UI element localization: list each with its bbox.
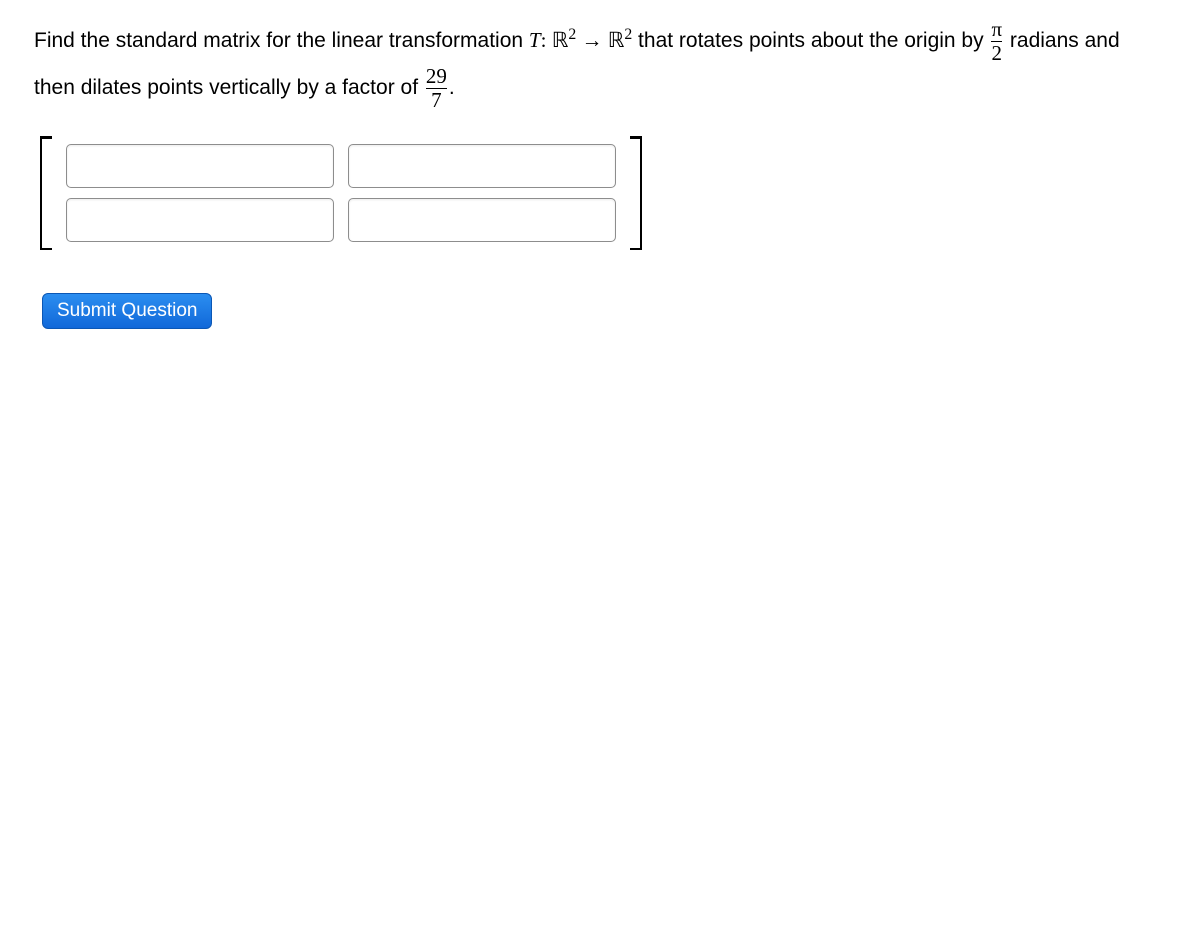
bracket-right-icon xyxy=(628,136,642,250)
matrix-grid xyxy=(60,136,622,250)
question-text: Find the standard matrix for the linear … xyxy=(34,18,1166,112)
math-R-codomain: ℝ xyxy=(608,28,625,52)
fraction-factor: 297 xyxy=(424,65,449,112)
matrix-cell-2-1[interactable] xyxy=(66,198,334,242)
period: . xyxy=(449,76,455,99)
colon: : xyxy=(541,28,552,52)
fraction-angle: π2 xyxy=(989,18,1004,65)
matrix-input xyxy=(40,136,1166,250)
frac-num: π xyxy=(991,18,1002,41)
submit-question-button[interactable]: Submit Question xyxy=(42,293,212,329)
matrix-cell-2-2[interactable] xyxy=(348,198,616,242)
math-T: T xyxy=(529,28,541,52)
question-part1: Find the standard matrix for the linear … xyxy=(34,29,529,52)
matrix-cell-1-2[interactable] xyxy=(348,144,616,188)
bracket-left-icon xyxy=(40,136,54,250)
frac-den: 2 xyxy=(991,41,1002,65)
frac-den: 7 xyxy=(426,88,447,112)
matrix-cell-1-1[interactable] xyxy=(66,144,334,188)
arrow-icon: → xyxy=(576,28,608,52)
frac-num: 29 xyxy=(426,65,447,88)
question-part2: that rotates points about the origin by xyxy=(632,29,989,52)
math-R-domain: ℝ xyxy=(552,28,569,52)
